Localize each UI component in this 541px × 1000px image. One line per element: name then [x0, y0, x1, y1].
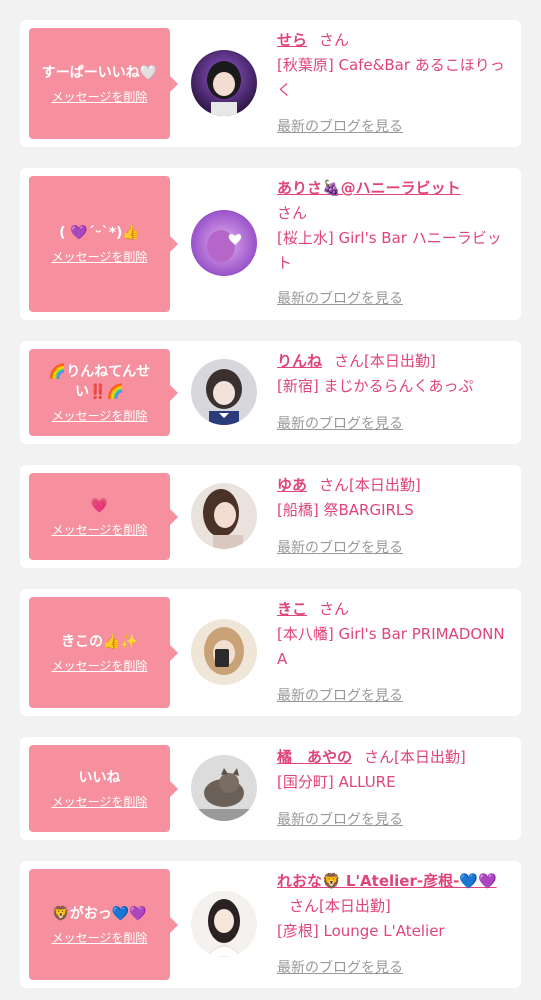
shop-name: [本八幡] Girl's Bar PRIMADONNA: [277, 625, 505, 668]
cast-info: きこ さん [本八幡] Girl's Bar PRIMADONNA: [277, 597, 511, 672]
shop-name: [新宿] まじかるらんくあっぷ: [277, 377, 474, 395]
delete-message-link[interactable]: メッセージを削除: [52, 930, 148, 946]
message-box: 🦁がおっ💙💜 メッセージを削除: [29, 869, 178, 980]
cast-name-link[interactable]: りんね: [277, 352, 322, 370]
message-card: すーぱーいいね🤍 メッセージを削除 せら さん [秋葉原] Cafe&Bar ある…: [20, 20, 521, 147]
shop-name: [桜上水] Girl's Bar ハニーラビット: [277, 229, 502, 272]
cast-name-link[interactable]: 橘 あやの: [277, 748, 352, 766]
message-box: 🌈りんねてんせい‼️🌈 メッセージを削除: [29, 349, 178, 436]
attendance-status: [本日出勤]: [319, 897, 391, 915]
latest-blog-link[interactable]: 最新のブログを見る: [277, 290, 403, 308]
cast-info: りんね さん[本日出勤] [新宿] まじかるらんくあっぷ: [277, 349, 511, 399]
name-suffix: さん: [289, 897, 320, 915]
delete-message-link[interactable]: メッセージを削除: [52, 408, 148, 424]
avatar[interactable]: [191, 755, 257, 821]
message-text: 🌈りんねてんせい‼️🌈: [48, 363, 151, 400]
cast-info: 橘 あやの さん[本日出勤] [国分町] ALLURE: [277, 745, 511, 795]
message-card: 🌈りんねてんせい‼️🌈 メッセージを削除 りんね さん[本日出勤] [新宿] まじ…: [20, 341, 521, 444]
cast-info: れおな🦁 L'Atelier-彦根-💙💜 さん[本日出勤] [彦根] Lounge…: [277, 869, 511, 944]
attendance-status: [本日出勤]: [394, 748, 466, 766]
name-suffix: さん: [364, 748, 395, 766]
avatar[interactable]: [191, 619, 257, 685]
delete-message-link[interactable]: メッセージを削除: [52, 249, 148, 265]
message-text: 💗: [90, 497, 109, 514]
latest-blog-link[interactable]: 最新のブログを見る: [277, 118, 403, 136]
latest-blog-link[interactable]: 最新のブログを見る: [277, 539, 403, 557]
avatar[interactable]: [191, 50, 257, 116]
name-suffix: さん: [334, 352, 365, 370]
cast-name-link[interactable]: ゆあ: [277, 476, 307, 494]
message-box: すーぱーいいね🤍 メッセージを削除: [29, 28, 178, 139]
avatar[interactable]: [191, 891, 257, 957]
cast-name-link[interactable]: きこ: [277, 600, 307, 618]
shop-name: [彦根] Lounge L'Atelier: [277, 922, 445, 940]
delete-message-link[interactable]: メッセージを削除: [52, 522, 148, 538]
latest-blog-link[interactable]: 最新のブログを見る: [277, 687, 403, 705]
avatar[interactable]: [191, 359, 257, 425]
name-suffix: さん: [277, 204, 308, 222]
message-text: すーぱーいいね🤍: [41, 64, 158, 81]
cast-name-link[interactable]: せら: [277, 31, 307, 49]
message-card: 💗 メッセージを削除 ゆあ さん[本日出勤] [船橋] 祭BARGIRLS 最新の…: [20, 465, 521, 568]
cast-info: ありさ🍇@ハニーラビット さん [桜上水] Girl's Bar ハニーラビット: [277, 176, 511, 276]
delete-message-link[interactable]: メッセージを削除: [52, 794, 148, 810]
shop-name: [秋葉原] Cafe&Bar あるこほりっく: [277, 56, 505, 99]
message-box: 💗 メッセージを削除: [29, 473, 178, 560]
message-box: いいね メッセージを削除: [29, 745, 178, 832]
delete-message-link[interactable]: メッセージを削除: [52, 89, 148, 105]
cast-name-link[interactable]: れおな🦁 L'Atelier-彦根-💙💜: [277, 872, 497, 890]
message-card: いいね メッセージを削除 橘 あやの さん[本日出勤] [国分町] ALLURE …: [20, 737, 521, 840]
avatar[interactable]: [191, 210, 257, 276]
cast-name-link[interactable]: ありさ🍇@ハニーラビット: [277, 179, 461, 197]
attendance-status: [本日出勤]: [364, 352, 436, 370]
shop-name: [船橋] 祭BARGIRLS: [277, 501, 414, 519]
message-text: 🦁がおっ💙💜: [52, 905, 147, 922]
message-card: 🦁がおっ💙💜 メッセージを削除 れおな🦁 L'Atelier-彦根-💙💜 さん[本…: [20, 861, 521, 988]
message-box: ( 💜ˊᵕˋ*)👍 メッセージを削除: [29, 176, 178, 312]
attendance-status: [本日出勤]: [349, 476, 421, 494]
cast-info: せら さん [秋葉原] Cafe&Bar あるこほりっく: [277, 28, 511, 103]
latest-blog-link[interactable]: 最新のブログを見る: [277, 959, 403, 977]
name-suffix: さん: [319, 476, 350, 494]
message-card: ( 💜ˊᵕˋ*)👍 メッセージを削除 ありさ🍇@ハニーラビット さん [桜上水]…: [20, 168, 521, 320]
name-suffix: さん: [319, 31, 350, 49]
message-box: きこの👍✨ メッセージを削除: [29, 597, 178, 708]
message-card: きこの👍✨ メッセージを削除 きこ さん [本八幡] Girl's Bar PRI…: [20, 589, 521, 716]
message-text: ( 💜ˊᵕˋ*)👍: [59, 225, 140, 241]
shop-name: [国分町] ALLURE: [277, 773, 396, 791]
message-text: きこの👍✨: [61, 633, 138, 650]
favorites-message-list: すーぱーいいね🤍 メッセージを削除 せら さん [秋葉原] Cafe&Bar ある…: [0, 0, 541, 1000]
cast-info: ゆあ さん[本日出勤] [船橋] 祭BARGIRLS: [277, 473, 511, 523]
avatar[interactable]: [191, 483, 257, 549]
name-suffix: さん: [319, 600, 350, 618]
message-text: いいね: [78, 769, 121, 786]
latest-blog-link[interactable]: 最新のブログを見る: [277, 811, 403, 829]
latest-blog-link[interactable]: 最新のブログを見る: [277, 415, 403, 433]
delete-message-link[interactable]: メッセージを削除: [52, 658, 148, 674]
